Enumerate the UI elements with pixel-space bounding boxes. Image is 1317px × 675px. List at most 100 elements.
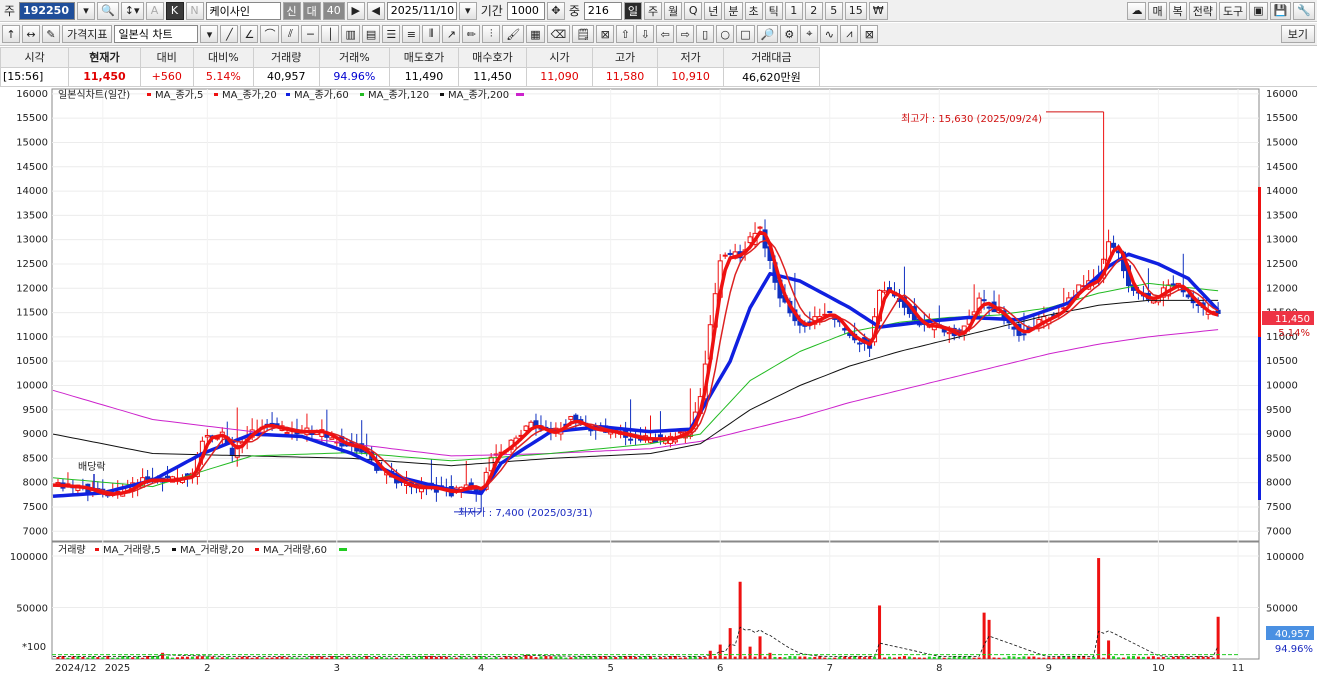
line-tool-icon[interactable]: ╱ <box>220 25 239 43</box>
volume-bar <box>1052 657 1056 659</box>
date-label: 11 <box>1232 663 1245 674</box>
delete-tool-icon[interactable]: ⊠ <box>596 25 615 43</box>
brush-tool-icon[interactable]: 🖌 <box>502 25 525 43</box>
magnify-icon[interactable]: 🔎 <box>756 25 779 43</box>
tag-40[interactable]: 40 <box>322 1 345 20</box>
interval-2-button[interactable]: 2 <box>804 1 823 20</box>
move-up-icon[interactable]: ⇧ <box>616 25 635 43</box>
chart-type-select[interactable]: 일본식 차트 <box>114 25 199 43</box>
angle-tool-icon[interactable]: ∠ <box>240 25 259 43</box>
duplicate-button[interactable]: 복 <box>1168 1 1187 20</box>
period-tick-button[interactable]: 틱 <box>764 1 783 20</box>
period-day-button[interactable]: 일 <box>623 1 643 20</box>
parallel-tool-icon[interactable]: ⫶ <box>482 25 501 43</box>
indicator-button[interactable]: 가격지표 <box>62 25 113 43</box>
arc-tool-icon[interactable]: ⌒ <box>260 25 280 43</box>
grid-tool-icon[interactable]: ▥ <box>341 25 360 43</box>
period-input[interactable]: 1000 <box>506 1 545 20</box>
zigzag-tool-icon[interactable]: ⩘ <box>840 25 859 43</box>
mode-k-button[interactable]: K <box>165 1 184 20</box>
count-input[interactable]: 216 <box>583 1 622 20</box>
move-down-icon[interactable]: ⇩ <box>636 25 655 43</box>
tag-dae[interactable]: 대 <box>302 1 321 20</box>
wave-tool-icon[interactable]: ∿ <box>820 25 839 43</box>
move-left-icon[interactable]: ⇦ <box>656 25 675 43</box>
rect-tool-icon[interactable]: □ <box>736 25 755 43</box>
volume-bar <box>1057 656 1061 659</box>
fan-tool-icon[interactable]: ⫽ <box>281 25 300 43</box>
stock-chart[interactable]: 7000 7500 8000 8500 9000 9500 10000 10500 11000 1… <box>0 87 1317 675</box>
price-tick-left: 7500 <box>23 502 48 513</box>
hline-tool-icon[interactable]: ─ <box>301 25 320 43</box>
wrench-icon[interactable]: 🔧 <box>1293 1 1315 20</box>
mode-n-button[interactable]: N <box>185 1 204 20</box>
tag-shin[interactable]: 신 <box>282 1 301 20</box>
view-button[interactable]: 보기 <box>1280 25 1315 43</box>
period-month-button[interactable]: 월 <box>664 1 683 20</box>
low-label: 최저가 : 7,400 (2025/03/31) <box>458 507 593 519</box>
pen-tool-icon[interactable]: ✏ <box>462 25 481 43</box>
price-tick-left: 8500 <box>23 453 48 464</box>
volume-bar <box>723 656 727 659</box>
volume-bar <box>833 657 837 659</box>
cloud-icon[interactable]: ☁ <box>1127 1 1147 20</box>
arrows-horizontal-icon[interactable]: ↔ <box>22 25 40 43</box>
price-panel[interactable] <box>51 88 1260 542</box>
volume-bar <box>111 657 115 659</box>
channel-tool-icon[interactable]: ☰ <box>382 25 401 43</box>
search-icon[interactable]: 🔍 <box>97 1 119 20</box>
close-tool-icon[interactable]: ⊠ <box>860 25 879 43</box>
volume-bar <box>848 656 852 659</box>
period-second-button[interactable]: 초 <box>744 1 763 20</box>
bars-tool-icon[interactable]: ▤ <box>361 25 381 43</box>
buy-button[interactable]: 매 <box>1148 1 1167 20</box>
sort-icon[interactable]: ↕▾ <box>120 1 144 20</box>
measure-tool-icon[interactable]: ⌖ <box>800 25 819 43</box>
tools-button[interactable]: 도구 <box>1218 1 1248 20</box>
cycle-tool-icon[interactable]: ⫴ <box>422 25 441 43</box>
window-icon[interactable]: ▣ <box>1249 1 1268 20</box>
volume-bar <box>410 657 413 659</box>
code-dropdown-icon[interactable]: ▾ <box>77 1 96 20</box>
page-icon[interactable]: ▯ <box>696 25 715 43</box>
volume-panel[interactable] <box>51 541 1260 660</box>
play-forward-icon[interactable]: ▶ <box>346 1 365 20</box>
vline-tool-icon[interactable]: │ <box>321 25 340 43</box>
note-tool-icon[interactable]: 🗒 <box>572 25 595 43</box>
period-quarter-button[interactable]: Q <box>684 1 703 20</box>
play-back-icon[interactable]: ◀ <box>366 1 385 20</box>
strategy-button[interactable]: 전략 <box>1188 1 1217 20</box>
eraser-tool-icon[interactable]: ⌫ <box>546 25 571 43</box>
trend-tool-icon[interactable]: ↗ <box>442 25 461 43</box>
mode-a-button[interactable]: A <box>145 1 164 20</box>
palette-tool-icon[interactable]: ▦ <box>526 25 545 43</box>
lines-tool-icon[interactable]: ≡ <box>402 25 421 43</box>
volume-bar <box>469 657 473 659</box>
interval-15-button[interactable]: 15 <box>844 1 867 20</box>
edit-icon[interactable]: ✎ <box>42 25 60 43</box>
volume-bar <box>96 657 100 659</box>
volume-bar <box>519 656 523 659</box>
volume-bar <box>942 657 946 659</box>
save-icon[interactable]: 💾 <box>1269 1 1292 20</box>
stock-code-input[interactable]: 192250 <box>19 1 76 20</box>
zoom-icon[interactable]: ✥ <box>546 1 565 20</box>
period-week-button[interactable]: 주 <box>644 1 663 20</box>
circle-tool-icon[interactable]: ○ <box>716 25 735 43</box>
interval-1-button[interactable]: 1 <box>784 1 803 20</box>
chart-type-dropdown-icon[interactable]: ▾ <box>200 25 219 43</box>
volume-bar <box>1191 657 1195 659</box>
stock-name-field[interactable]: 케이사인 <box>205 1 281 20</box>
candle-body <box>882 290 888 293</box>
volume-bar <box>639 656 643 659</box>
period-year-button[interactable]: 년 <box>704 1 723 20</box>
date-label: 9 <box>1046 663 1052 674</box>
currency-button[interactable]: ₩ <box>868 1 888 20</box>
date-dropdown-icon[interactable]: ▾ <box>458 1 477 20</box>
move-right-icon[interactable]: ⇨ <box>676 25 695 43</box>
arrow-up-icon[interactable]: ↑ <box>2 25 20 43</box>
interval-5-button[interactable]: 5 <box>824 1 843 20</box>
settings-icon[interactable]: ⚙ <box>780 25 799 43</box>
date-field[interactable]: 2025/11/10 <box>386 1 457 20</box>
period-minute-button[interactable]: 분 <box>724 1 743 20</box>
